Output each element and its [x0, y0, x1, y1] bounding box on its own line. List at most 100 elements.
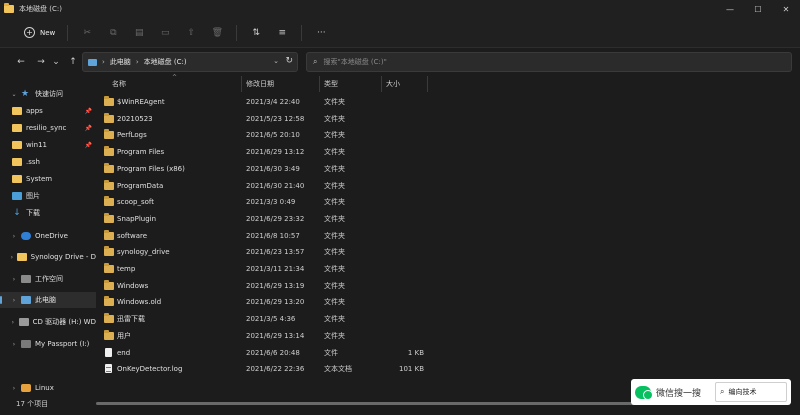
- new-button[interactable]: + New: [18, 23, 61, 43]
- file-name: Program Files (x86): [117, 164, 185, 173]
- column-header-name[interactable]: 名称: [112, 76, 240, 92]
- plus-circle-icon: +: [24, 27, 35, 38]
- watermark-search-box: ⌕ 编向技术: [715, 382, 787, 402]
- expand-chevron-icon[interactable]: ›: [9, 319, 17, 326]
- sidebar-item-this-pc[interactable]: › 此电脑: [0, 292, 96, 308]
- table-row[interactable]: end 2021/6/6 20:48 文件 1 KB: [98, 345, 800, 361]
- window-controls: — ☐ ✕: [716, 0, 800, 18]
- sidebar-item-onedrive[interactable]: › OneDrive: [0, 228, 96, 244]
- sidebar-item-quick-access[interactable]: ⌄ ★ 快速访问: [0, 86, 96, 102]
- column-divider[interactable]: [427, 76, 428, 92]
- table-row[interactable]: Windows.old 2021/6/29 13:20 文件夹: [98, 294, 800, 310]
- table-row[interactable]: SnapPlugin 2021/6/29 23:32 文件夹: [98, 211, 800, 227]
- file-date-modified: 2021/3/3 0:49: [246, 198, 296, 207]
- table-row[interactable]: 迅雷下载 2021/3/5 4:36 文件夹: [98, 311, 800, 327]
- delete-icon[interactable]: 🗑: [204, 23, 230, 43]
- table-row[interactable]: Program Files (x86) 2021/6/30 3:49 文件夹: [98, 161, 800, 177]
- sidebar-item-label: CD 驱动器 (H:) WD: [32, 318, 96, 326]
- sidebar-item-apps[interactable]: apps 📌: [0, 103, 96, 119]
- file-date-modified: 2021/3/5 4:36: [246, 315, 296, 324]
- watermark-brand: 微信搜一搜: [656, 388, 702, 399]
- file-date-modified: 2021/6/6 20:48: [246, 348, 300, 357]
- expand-chevron-icon[interactable]: ›: [9, 297, 19, 304]
- scrollbar-thumb[interactable]: [96, 402, 636, 405]
- file-size: [382, 144, 424, 160]
- table-row[interactable]: $WinREAgent 2021/3/4 22:40 文件夹: [98, 94, 800, 110]
- back-arrow-icon[interactable]: ←: [12, 53, 30, 71]
- share-icon[interactable]: ⇧: [178, 23, 204, 43]
- computer-icon: [21, 296, 31, 304]
- sidebar-item-label: win11: [26, 141, 48, 149]
- up-arrow-icon[interactable]: ↑: [64, 53, 82, 71]
- expand-chevron-icon[interactable]: ›: [9, 276, 19, 283]
- file-name: synology_drive: [117, 248, 170, 257]
- minimize-button[interactable]: —: [716, 0, 744, 18]
- sidebar-item-label: System: [26, 175, 53, 183]
- more-options-icon[interactable]: ···: [308, 23, 334, 43]
- folder-icon: [104, 112, 114, 123]
- column-header-size[interactable]: 大小: [386, 76, 424, 92]
- table-row[interactable]: OnKeyDetector.log 2021/6/22 22:36 文本文档 101 …: [98, 361, 800, 377]
- sidebar-item-my-passport[interactable]: › My Passport (I:): [0, 336, 96, 352]
- sidebar-item-workspace[interactable]: › 工作空间: [0, 271, 96, 287]
- search-input[interactable]: ⌕ 搜索"本地磁盘 (C:)": [306, 52, 792, 72]
- rename-icon[interactable]: ▭: [152, 23, 178, 43]
- maximize-button[interactable]: ☐: [744, 0, 772, 18]
- table-row[interactable]: PerfLogs 2021/6/5 20:10 文件夹: [98, 127, 800, 143]
- expand-chevron-icon[interactable]: ⌄: [9, 91, 19, 98]
- column-divider[interactable]: [381, 76, 382, 92]
- sidebar-item-downloads[interactable]: ↓ 下载: [0, 205, 96, 221]
- folder-icon: [16, 253, 27, 261]
- table-row[interactable]: 20210523 2021/5/23 12:58 文件夹: [98, 111, 800, 127]
- file-name: ProgramData: [117, 181, 164, 190]
- refresh-icon[interactable]: ↻: [285, 56, 293, 66]
- file-size: 1 KB: [407, 348, 424, 357]
- column-header-date[interactable]: 修改日期: [246, 76, 318, 92]
- pin-icon: 📌: [84, 141, 92, 149]
- column-header-type[interactable]: 类型: [324, 76, 380, 92]
- expand-chevron-icon[interactable]: ›: [9, 233, 19, 240]
- table-row[interactable]: temp 2021/3/11 21:34 文件夹: [98, 261, 800, 277]
- expand-chevron-icon[interactable]: ›: [9, 254, 15, 261]
- table-row[interactable]: software 2021/6/8 10:57 文件夹: [98, 228, 800, 244]
- sidebar-item-label: apps: [26, 107, 43, 115]
- sort-icon[interactable]: ⇅: [243, 23, 269, 43]
- folder-icon: [12, 124, 22, 132]
- cut-icon[interactable]: ✂: [74, 23, 100, 43]
- column-divider[interactable]: [241, 76, 242, 92]
- expand-chevron-icon[interactable]: ›: [9, 385, 19, 392]
- sidebar-item-resilio-sync[interactable]: resilio_sync 📌: [0, 120, 96, 136]
- sidebar-item-system[interactable]: System: [0, 171, 96, 187]
- close-button[interactable]: ✕: [772, 0, 800, 18]
- folder-icon: [104, 279, 114, 290]
- paste-icon[interactable]: ▤: [126, 23, 152, 43]
- forward-arrow-icon[interactable]: →: [32, 53, 50, 71]
- sidebar-item-cd-drive[interactable]: › CD 驱动器 (H:) WD: [0, 314, 96, 330]
- view-icon[interactable]: ≡: [269, 23, 295, 43]
- cd-drive-icon: [18, 318, 29, 326]
- address-dropdown-icon[interactable]: ⌄: [273, 57, 279, 65]
- table-row[interactable]: Program Files 2021/6/29 13:12 文件夹: [98, 144, 800, 160]
- command-bar: + New ✂ ⧉ ▤ ▭ ⇧ 🗑 ⇅ ≡ ···: [0, 18, 800, 48]
- table-row[interactable]: Windows 2021/6/29 13:19 文件夹: [98, 278, 800, 294]
- table-row[interactable]: scoop_soft 2021/3/3 0:49 文件夹: [98, 194, 800, 210]
- copy-icon[interactable]: ⧉: [100, 23, 126, 43]
- file-name: end: [117, 348, 131, 357]
- breadcrumb-local-disk[interactable]: 本地磁盘 (C:): [144, 57, 187, 67]
- breadcrumb-this-pc[interactable]: 此电脑: [110, 57, 131, 67]
- recent-locations-chevron-icon[interactable]: ⌄: [50, 53, 62, 71]
- table-row[interactable]: synology_drive 2021/6/23 13:57 文件夹: [98, 244, 800, 260]
- file-name: 迅雷下载: [117, 315, 145, 324]
- column-divider[interactable]: [319, 76, 320, 92]
- table-row[interactable]: 用户 2021/6/29 13:14 文件夹: [98, 328, 800, 344]
- sidebar-item-pictures[interactable]: 图片: [0, 188, 96, 204]
- sidebar-item-synology-drive[interactable]: › Synology Drive - D: [0, 249, 96, 265]
- address-bar[interactable]: › 此电脑 › 本地磁盘 (C:) ⌄ ↻: [82, 52, 298, 72]
- table-row[interactable]: ProgramData 2021/6/30 21:40 文件夹: [98, 178, 800, 194]
- sidebar-item-win11[interactable]: win11 📌: [0, 137, 96, 153]
- sidebar-item-ssh[interactable]: .ssh: [0, 154, 96, 170]
- folder-icon: [104, 179, 114, 190]
- horizontal-scrollbar[interactable]: [96, 402, 636, 405]
- file-type: 文件夹: [324, 131, 345, 140]
- expand-chevron-icon[interactable]: ›: [9, 341, 19, 348]
